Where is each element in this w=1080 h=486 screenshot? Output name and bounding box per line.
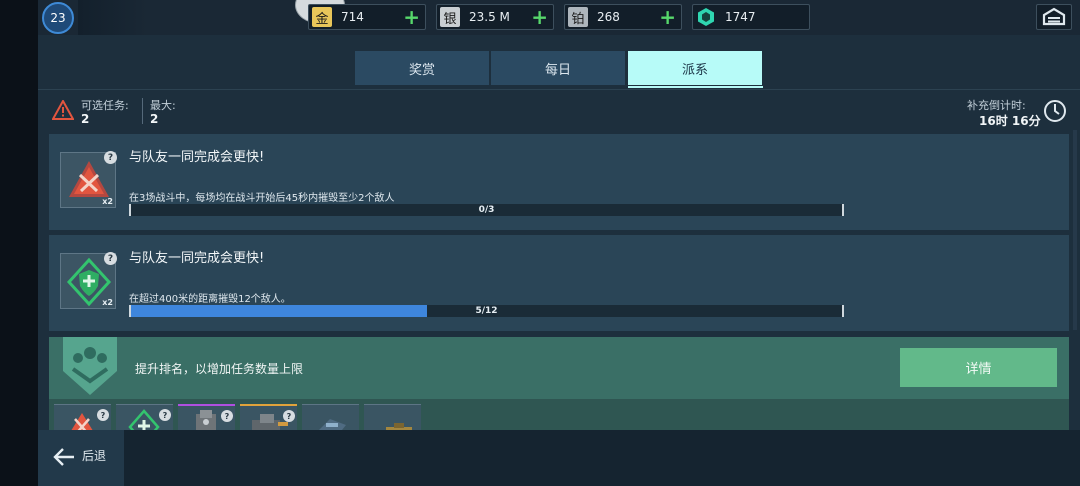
player-level: 23 bbox=[50, 11, 66, 25]
tab-rewards[interactable]: 奖赏 bbox=[355, 51, 489, 85]
help-icon[interactable]: ? bbox=[283, 410, 295, 422]
reward-multiplier: x2 bbox=[102, 298, 113, 307]
header-divider bbox=[38, 89, 1080, 90]
crystal-icon bbox=[696, 7, 716, 27]
active-tab-indicator bbox=[628, 86, 763, 88]
max-missions-label: 最大: bbox=[150, 99, 176, 112]
details-button[interactable]: 详情 bbox=[900, 348, 1057, 387]
refill-countdown-value: 16时 16分 bbox=[979, 114, 1041, 128]
clock-icon bbox=[1044, 100, 1066, 122]
gold-currency: 金 714 + bbox=[308, 4, 426, 30]
crystal-currency: 1747 bbox=[692, 4, 810, 30]
platinum-icon: 铂 bbox=[568, 7, 588, 27]
gold-icon: 金 bbox=[312, 7, 332, 27]
help-icon[interactable]: ? bbox=[221, 410, 233, 422]
tab-daily[interactable]: 每日 bbox=[491, 51, 625, 85]
mission-description: 在3场战斗中，每场均在战斗开始后45秒内摧毁至少2个敌人 bbox=[129, 193, 395, 204]
top-bar bbox=[38, 0, 1080, 35]
available-missions-value: 2 bbox=[81, 112, 90, 126]
add-gold-button[interactable]: + bbox=[403, 5, 420, 29]
available-missions-label: 可选任务: bbox=[81, 99, 129, 112]
info-separator bbox=[142, 98, 143, 124]
mission-title: 与队友一同完成会更快! bbox=[129, 251, 265, 266]
add-silver-button[interactable]: + bbox=[531, 5, 548, 29]
rank-emblem-icon bbox=[63, 337, 117, 395]
arrow-left-icon bbox=[53, 448, 74, 466]
warning-icon bbox=[52, 100, 74, 120]
back-button[interactable]: 后退 bbox=[38, 430, 124, 486]
platinum-value: 268 bbox=[597, 10, 620, 24]
mission-badge: ? x2 bbox=[60, 151, 117, 208]
progress-text: 0/3 bbox=[478, 205, 495, 215]
help-icon[interactable]: ? bbox=[104, 151, 117, 164]
level-fade bbox=[78, 0, 148, 35]
hangar-icon bbox=[1042, 7, 1066, 26]
mission-progress-bar: 5/12 bbox=[129, 305, 844, 317]
mission-badge: ? x2 bbox=[60, 252, 117, 309]
add-platinum-button[interactable]: + bbox=[659, 5, 676, 29]
progress-text: 5/12 bbox=[475, 306, 498, 316]
help-icon[interactable]: ? bbox=[97, 409, 109, 421]
help-icon[interactable]: ? bbox=[104, 252, 117, 265]
gold-value: 714 bbox=[341, 10, 364, 24]
platinum-currency: 铂 268 + bbox=[564, 4, 682, 30]
silver-currency: 银 23.5 M + bbox=[436, 4, 554, 30]
silver-icon: 银 bbox=[440, 7, 460, 27]
game-screen: 23 金 714 + 银 23.5 M + 铂 268 + 1747 奖赏 每日… bbox=[38, 0, 1080, 486]
back-label: 后退 bbox=[82, 449, 107, 463]
mission-description: 在超过400米的距离摧毁12个敌人。 bbox=[129, 294, 291, 305]
scrollbar[interactable] bbox=[1073, 130, 1077, 330]
bottom-bar bbox=[38, 430, 1080, 486]
mission-card[interactable]: ? x2 与队友一同完成会更快! 在3场战斗中，每场均在战斗开始后45秒内摧毁至… bbox=[49, 134, 1069, 230]
rank-hint-text: 提升排名，以增加任务数量上限 bbox=[135, 362, 304, 376]
reward-multiplier: x2 bbox=[102, 197, 113, 206]
tab-faction[interactable]: 派系 bbox=[628, 51, 762, 85]
crystal-value: 1747 bbox=[725, 10, 756, 24]
max-missions-value: 2 bbox=[150, 112, 159, 126]
hangar-button[interactable] bbox=[1036, 4, 1072, 30]
mission-progress-bar: 0/3 bbox=[129, 204, 844, 216]
rank-panel: 提升排名，以增加任务数量上限 详情 bbox=[49, 337, 1069, 399]
silver-value: 23.5 M bbox=[469, 10, 510, 24]
help-icon[interactable]: ? bbox=[159, 409, 171, 421]
mission-title: 与队友一同完成会更快! bbox=[129, 150, 265, 165]
player-level-badge[interactable]: 23 bbox=[42, 2, 74, 34]
mission-card[interactable]: ? x2 与队友一同完成会更快! 在超过400米的距离摧毁12个敌人。 5/12 bbox=[49, 235, 1069, 331]
refill-countdown-label: 补充倒计时: bbox=[967, 99, 1026, 112]
